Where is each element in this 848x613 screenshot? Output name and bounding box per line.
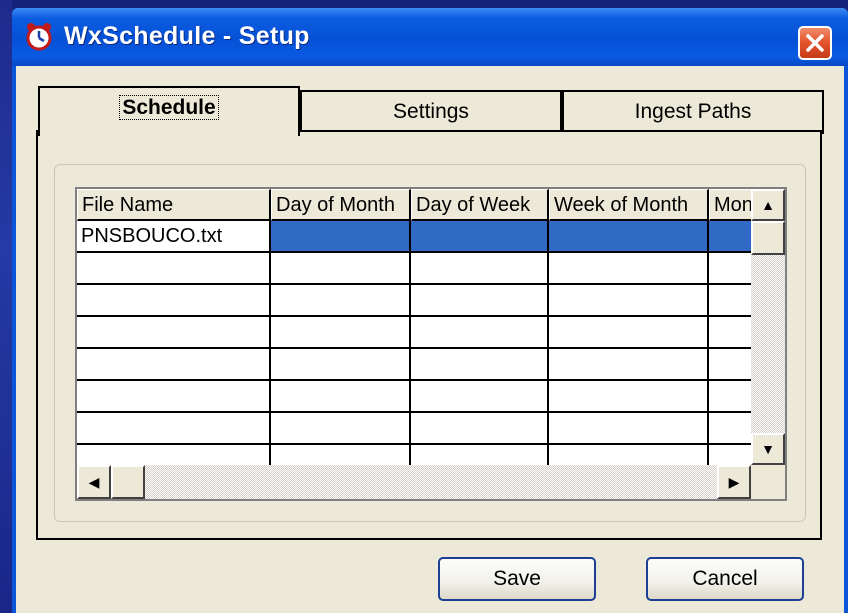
- table-row-empty[interactable]: [709, 317, 751, 349]
- table-row-empty[interactable]: [77, 349, 271, 381]
- tab-schedule[interactable]: Schedule: [38, 86, 300, 136]
- table-row-empty[interactable]: [411, 253, 549, 285]
- column-header-week-of-month[interactable]: Week of Month: [549, 189, 709, 221]
- arrow-left-icon: ◀: [88, 473, 100, 490]
- scroll-up-button[interactable]: ▲: [751, 189, 785, 221]
- horizontal-scroll-thumb[interactable]: [111, 465, 145, 499]
- tab-settings[interactable]: Settings: [300, 90, 562, 134]
- table-row-empty[interactable]: [709, 349, 751, 381]
- schedule-group-box: File Name Day of Month Day of Week Week …: [54, 164, 806, 522]
- arrow-right-icon: ▶: [728, 473, 740, 490]
- table-row-empty[interactable]: [549, 253, 709, 285]
- table-row-empty[interactable]: [549, 285, 709, 317]
- cancel-button[interactable]: Cancel: [646, 557, 804, 601]
- table-cell-week-of-month[interactable]: [549, 221, 709, 253]
- scroll-left-button[interactable]: ◀: [77, 465, 111, 499]
- column-header-file-name[interactable]: File Name: [77, 189, 271, 221]
- close-button[interactable]: [798, 26, 832, 60]
- table-row-empty[interactable]: [709, 253, 751, 285]
- table-row-empty[interactable]: [411, 381, 549, 413]
- table-row-empty[interactable]: [77, 445, 271, 465]
- table-row-empty[interactable]: [77, 253, 271, 285]
- table-row-empty[interactable]: [411, 413, 549, 445]
- table-row-empty[interactable]: [411, 349, 549, 381]
- arrow-up-icon: ▲: [761, 197, 775, 213]
- table-cell-day-of-month[interactable]: [271, 221, 411, 253]
- table-row-empty[interactable]: [77, 413, 271, 445]
- table-row-empty[interactable]: [411, 317, 549, 349]
- table-row-empty[interactable]: [271, 349, 411, 381]
- table-row-empty[interactable]: [271, 445, 411, 465]
- tab-label: Schedule: [119, 95, 219, 120]
- column-header-day-of-week[interactable]: Day of Week: [411, 189, 549, 221]
- table-row-empty[interactable]: [709, 445, 751, 465]
- schedule-grid[interactable]: File Name Day of Month Day of Week Week …: [75, 187, 787, 501]
- table-row-empty[interactable]: [271, 381, 411, 413]
- table-row-empty[interactable]: [411, 285, 549, 317]
- alarm-clock-icon: [26, 23, 52, 51]
- table-row-empty[interactable]: [549, 413, 709, 445]
- tab-label: Settings: [393, 100, 469, 123]
- table-row-empty[interactable]: [271, 285, 411, 317]
- table-row-empty[interactable]: [549, 445, 709, 465]
- vertical-scroll-thumb[interactable]: [751, 221, 785, 255]
- tab-ingest-paths[interactable]: Ingest Paths: [562, 90, 824, 134]
- dialog-client-area: Schedule Settings Ingest Paths File Name…: [16, 66, 844, 613]
- scroll-right-button[interactable]: ▶: [717, 465, 751, 499]
- arrow-down-icon: ▼: [761, 441, 775, 457]
- column-header-day-of-month[interactable]: Day of Month: [271, 189, 411, 221]
- close-icon: [806, 34, 824, 52]
- table-row-empty[interactable]: [77, 381, 271, 413]
- schedule-tab-panel: File Name Day of Month Day of Week Week …: [36, 130, 822, 540]
- table-cell-month[interactable]: [709, 221, 751, 253]
- scroll-down-button[interactable]: ▼: [751, 433, 785, 465]
- table-row-empty[interactable]: [77, 317, 271, 349]
- table-row-empty[interactable]: [411, 445, 549, 465]
- table-cell-file-name[interactable]: PNSBOUCO.txt: [77, 221, 271, 253]
- vertical-scrollbar[interactable]: ▲ ▼: [751, 189, 785, 465]
- table-row-empty[interactable]: [709, 285, 751, 317]
- grid-viewport: File Name Day of Month Day of Week Week …: [77, 189, 751, 465]
- column-header-month[interactable]: Mon: [709, 189, 751, 221]
- title-bar[interactable]: WxSchedule - Setup: [12, 8, 848, 66]
- table-row-empty[interactable]: [549, 349, 709, 381]
- window-title: WxSchedule - Setup: [64, 22, 310, 50]
- horizontal-scrollbar[interactable]: ◀ ▶: [77, 465, 751, 499]
- table-row-empty[interactable]: [271, 413, 411, 445]
- table-row-empty[interactable]: [77, 285, 271, 317]
- table-row-empty[interactable]: [709, 413, 751, 445]
- table-row-empty[interactable]: [709, 381, 751, 413]
- table-row-empty[interactable]: [271, 253, 411, 285]
- dialog-window: WxSchedule - Setup Schedule Settings Ing…: [12, 8, 848, 613]
- table-row-empty[interactable]: [271, 317, 411, 349]
- table-row-empty[interactable]: [549, 317, 709, 349]
- save-button[interactable]: Save: [438, 557, 596, 601]
- tab-label: Ingest Paths: [634, 100, 752, 123]
- table-row-empty[interactable]: [549, 381, 709, 413]
- scrollbar-corner: [751, 465, 785, 499]
- table-cell-day-of-week[interactable]: [411, 221, 549, 253]
- desktop-background: [0, 0, 12, 613]
